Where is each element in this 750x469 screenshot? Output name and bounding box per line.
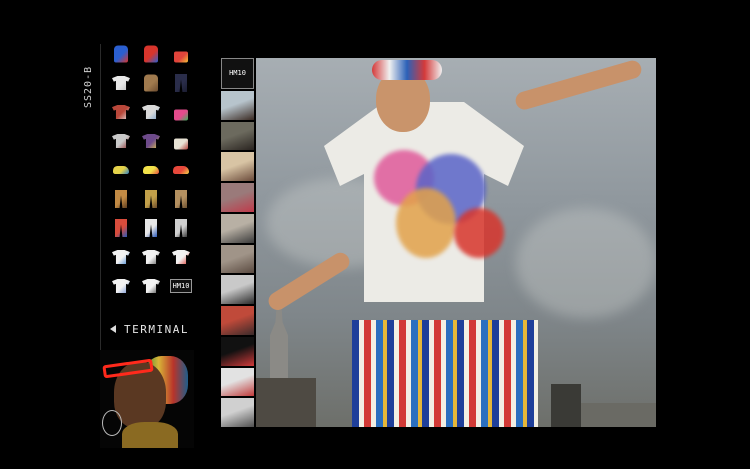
tee-icon xyxy=(142,250,160,264)
product-thumbnail[interactable] xyxy=(170,218,192,238)
tee-icon xyxy=(142,134,160,148)
product-thumbnail[interactable] xyxy=(110,73,132,93)
photo-thumbnail[interactable] xyxy=(221,398,254,427)
product-thumbnail[interactable] xyxy=(140,247,162,267)
striped-pants xyxy=(352,320,538,427)
photo-thumbnail[interactable] xyxy=(221,152,254,181)
product-thumbnail[interactable] xyxy=(140,218,162,238)
product-thumbnail[interactable] xyxy=(170,73,192,93)
product-thumbnail[interactable] xyxy=(110,102,132,122)
product-thumbnail[interactable] xyxy=(110,218,132,238)
product-thumbnail[interactable] xyxy=(110,276,132,296)
terminal-link[interactable]: TERMINAL xyxy=(110,322,189,336)
sky-cloud xyxy=(516,208,656,318)
season-label: SS20-B xyxy=(83,65,94,108)
product-thumbnail[interactable] xyxy=(140,276,162,296)
model-portrait[interactable] xyxy=(100,350,194,448)
product-thumbnail[interactable] xyxy=(140,73,162,93)
tee-icon xyxy=(112,134,130,148)
tee-icon xyxy=(112,279,130,293)
product-thumbnail[interactable] xyxy=(110,247,132,267)
pants-icon xyxy=(175,190,187,208)
shoe-icon xyxy=(143,166,159,174)
jacket-icon xyxy=(144,45,158,63)
bag-icon xyxy=(174,109,188,121)
play-arrow-icon xyxy=(110,325,116,333)
city-building xyxy=(581,403,656,427)
pants-icon xyxy=(175,219,187,237)
product-thumbnail[interactable] xyxy=(140,160,162,180)
product-thumbnail[interactable] xyxy=(110,44,132,64)
pants-icon xyxy=(115,190,127,208)
product-thumbnail[interactable] xyxy=(140,131,162,151)
jacket-icon xyxy=(144,74,158,92)
product-grid: HM10 xyxy=(110,44,192,296)
bag-icon xyxy=(174,51,188,63)
brand-tag-text: HM10 xyxy=(229,69,246,78)
product-thumbnail[interactable] xyxy=(110,189,132,209)
photo-thumbnail[interactable] xyxy=(221,275,254,304)
city-building xyxy=(551,384,581,427)
terminal-label: TERMINAL xyxy=(124,322,189,336)
photo-thumbnail[interactable] xyxy=(221,336,254,366)
tee-print xyxy=(396,188,456,258)
photo-thumbnail[interactable] xyxy=(221,183,254,212)
brand-tag: HM10 xyxy=(170,279,192,293)
product-thumbnail[interactable] xyxy=(170,160,192,180)
photo-thumbnail[interactable]: HM10 xyxy=(221,58,254,89)
pants-icon xyxy=(145,190,157,208)
product-thumbnail[interactable]: HM10 xyxy=(170,276,192,296)
tee-icon xyxy=(142,279,160,293)
photo-thumbnail[interactable] xyxy=(221,121,254,151)
photo-thumbnail[interactable] xyxy=(221,90,254,120)
portrait-shoulders xyxy=(122,422,178,448)
tee-icon xyxy=(112,105,130,119)
product-thumbnail[interactable] xyxy=(170,131,192,151)
product-thumbnail[interactable] xyxy=(170,247,192,267)
product-thumbnail[interactable] xyxy=(110,131,132,151)
tee-icon xyxy=(142,105,160,119)
headband xyxy=(372,60,442,80)
tee-print xyxy=(454,208,504,258)
pants-icon xyxy=(145,219,157,237)
product-thumbnail[interactable] xyxy=(170,102,192,122)
earring-icon xyxy=(102,410,122,436)
product-thumbnail[interactable] xyxy=(140,189,162,209)
right-arm xyxy=(513,58,644,112)
product-thumbnail[interactable] xyxy=(110,160,132,180)
jacket-icon xyxy=(114,45,128,63)
tee-icon xyxy=(172,250,190,264)
product-thumbnail[interactable] xyxy=(140,44,162,64)
thumbnail-strip: HM10 xyxy=(221,58,254,427)
photo-thumbnail[interactable] xyxy=(221,244,254,274)
tee-icon xyxy=(112,76,130,90)
product-thumbnail[interactable] xyxy=(140,102,162,122)
photo-thumbnail[interactable] xyxy=(221,213,254,243)
shoe-icon xyxy=(173,166,189,174)
photo-thumbnail[interactable] xyxy=(221,306,254,335)
pants-icon xyxy=(115,219,127,237)
hero-photo[interactable] xyxy=(256,58,656,427)
product-thumbnail[interactable] xyxy=(170,44,192,64)
product-thumbnail[interactable] xyxy=(170,189,192,209)
shoe-icon xyxy=(113,166,129,174)
city-building xyxy=(256,378,316,427)
bag-icon xyxy=(174,138,188,150)
tee-icon xyxy=(112,250,130,264)
photo-thumbnail[interactable] xyxy=(221,367,254,397)
pants-icon xyxy=(175,74,187,92)
